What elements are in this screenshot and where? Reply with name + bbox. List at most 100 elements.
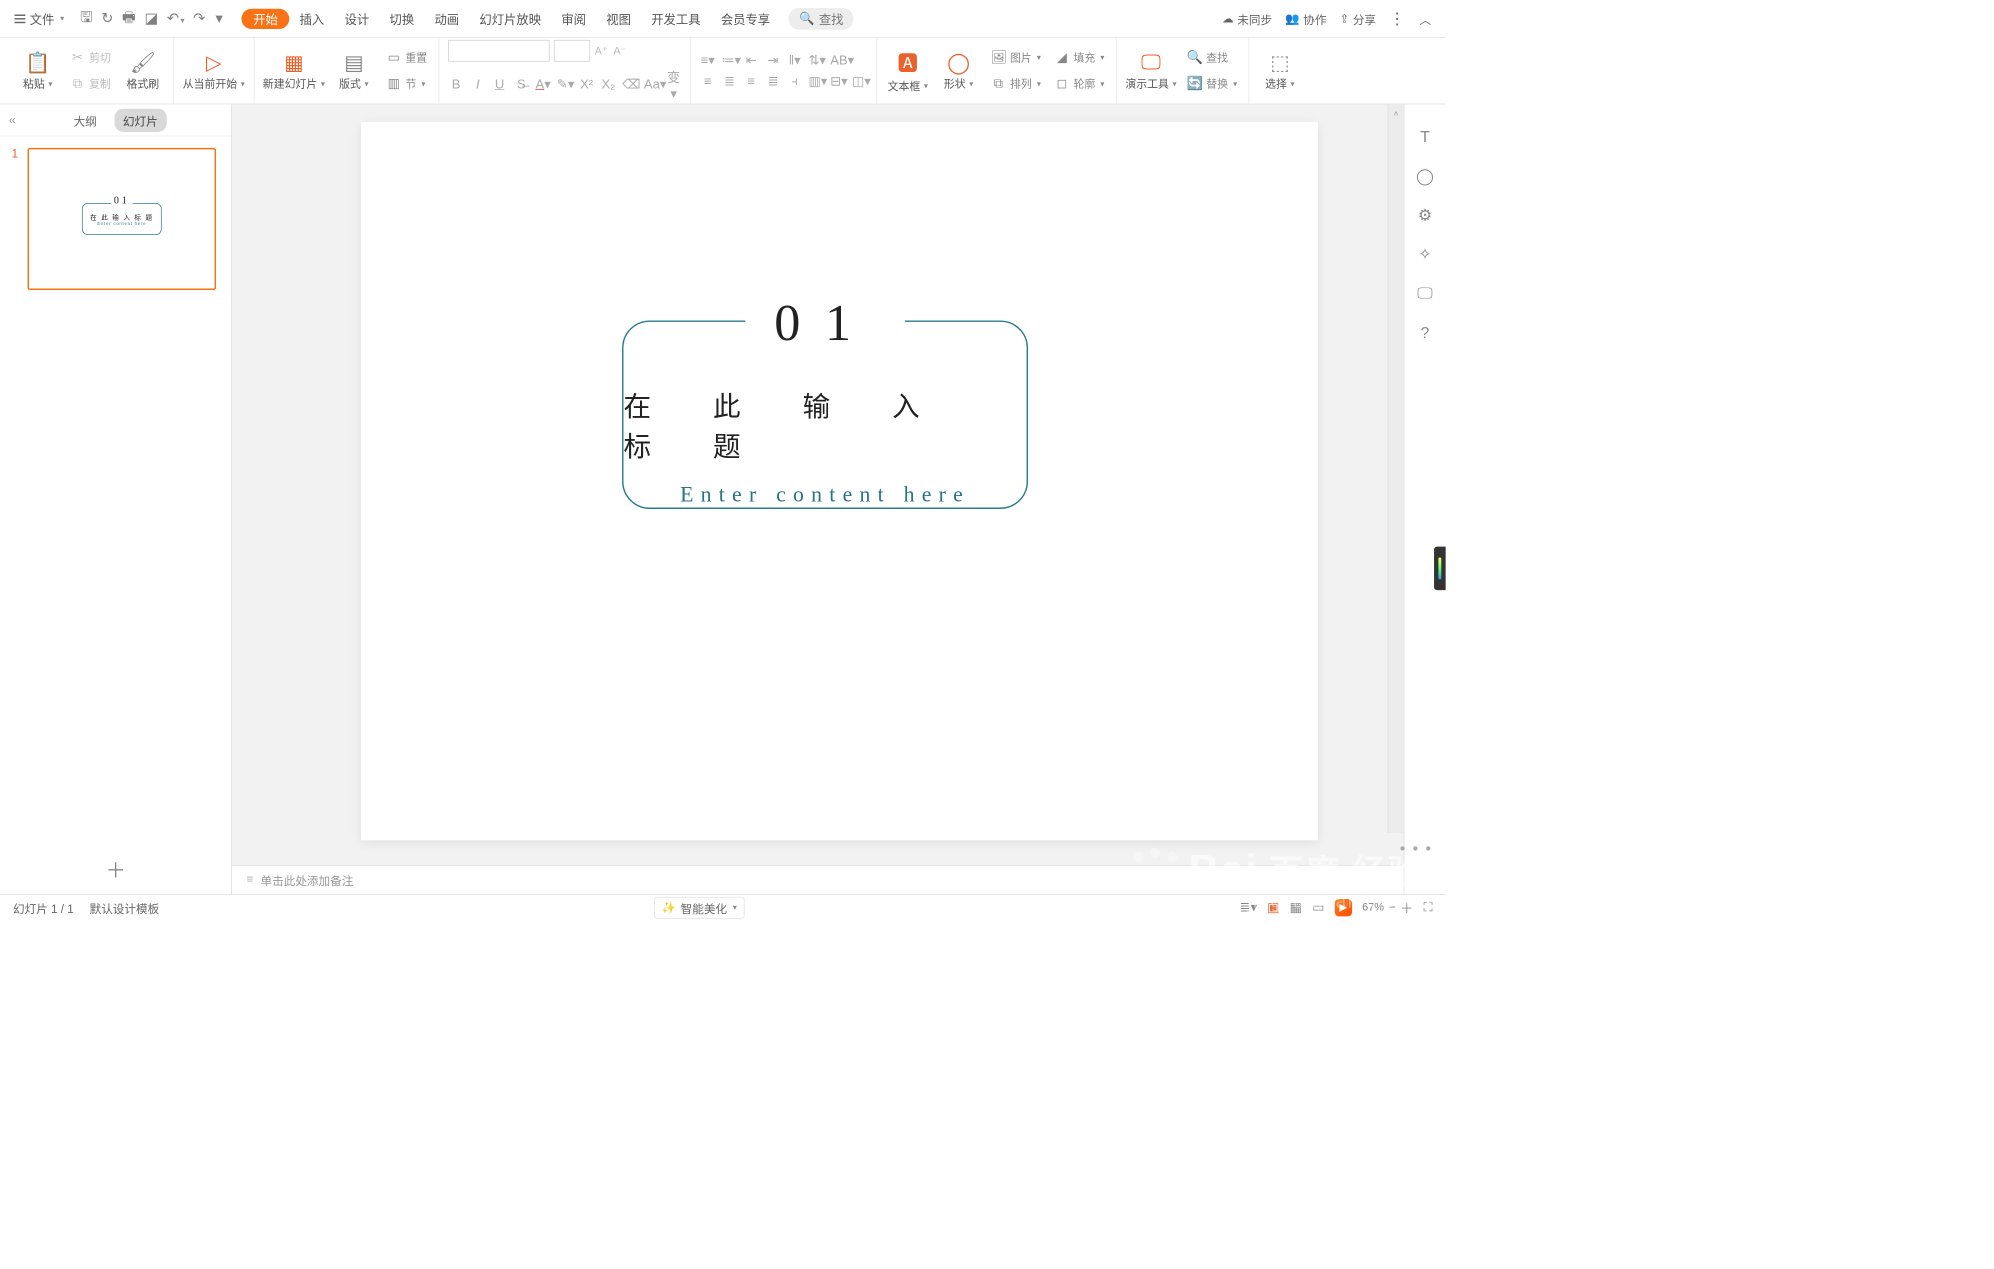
share-button[interactable]: ⇪ 分享 xyxy=(1339,10,1376,27)
collapse-ribbon-icon[interactable]: ︿ xyxy=(1420,10,1432,27)
replace-button[interactable]: 🔄替换▾ xyxy=(1184,73,1240,95)
distribute-icon[interactable]: ⫞ xyxy=(787,74,803,89)
paste-button[interactable]: 📋 粘贴▾ xyxy=(16,50,60,91)
convert-smartart-icon[interactable]: ◫▾ xyxy=(852,74,868,89)
slideshow-button[interactable]: ▶ xyxy=(1335,899,1352,916)
title-english[interactable]: Enter content here xyxy=(680,483,970,508)
tab-member[interactable]: 会员专享 xyxy=(711,0,781,37)
tab-review[interactable]: 审阅 xyxy=(551,0,596,37)
vertical-align-icon[interactable]: ⊟▾ xyxy=(830,74,846,89)
copy-button[interactable]: ⧉复制 xyxy=(67,73,114,95)
tab-transition[interactable]: 切换 xyxy=(379,0,424,37)
panel-tab-outline[interactable]: 大纲 xyxy=(65,108,106,131)
new-slide-button[interactable]: ▦ 新建幻灯片▾ xyxy=(263,50,325,91)
indent-dec-icon[interactable]: ⇤ xyxy=(743,53,759,68)
line-spacing-icon[interactable]: ‖▾ xyxy=(787,53,803,68)
collab-button[interactable]: 👥 协作 xyxy=(1285,10,1326,27)
qat-customize-icon[interactable]: ▾ xyxy=(215,9,222,27)
image-button[interactable]: 🖼图片▾ xyxy=(988,47,1044,69)
search-input[interactable]: 🔍 查找 xyxy=(789,8,854,30)
monitor-icon[interactable]: 🖵 xyxy=(1417,284,1432,303)
tab-insert[interactable]: 插入 xyxy=(289,0,334,37)
more-menu-icon[interactable]: ⋮ xyxy=(1389,9,1406,28)
align-text-icon[interactable]: AB▾ xyxy=(830,53,846,68)
undo-icon[interactable]: ↶▾ xyxy=(167,9,185,27)
notes-view-icon[interactable]: ≣▾ xyxy=(1240,900,1257,915)
layout-button[interactable]: ▤ 版式▾ xyxy=(332,50,376,91)
decrease-font-icon[interactable]: A⁻ xyxy=(610,40,629,62)
title-box-shape[interactable]: 01 在 此 输 入 标 题 Enter content here xyxy=(622,320,1028,509)
textbox-button[interactable]: 🅰 文本框▾ xyxy=(886,48,930,94)
reset-button[interactable]: ▭重置 xyxy=(383,47,430,69)
settings-slider-icon[interactable]: ⚙ xyxy=(1418,206,1432,225)
select-button[interactable]: ⬚ 选择▾ xyxy=(1258,50,1302,91)
save-icon[interactable]: 🖫 xyxy=(80,6,92,31)
notes-pane[interactable]: ≡ 单击此处添加备注 xyxy=(232,865,1404,894)
underline-icon[interactable]: U xyxy=(492,77,508,92)
normal-view-icon[interactable]: ▣ xyxy=(1267,900,1279,915)
text-tool-icon[interactable]: T xyxy=(1420,128,1430,147)
magic-icon[interactable]: ✧ xyxy=(1418,245,1431,264)
outline-button[interactable]: ◻轮廓▾ xyxy=(1051,73,1107,95)
zoom-in-icon[interactable]: ＋ xyxy=(1400,898,1413,917)
sync-status[interactable]: ☁ 未同步 xyxy=(1222,10,1272,27)
redo-icon[interactable]: ↷ xyxy=(193,9,205,27)
slide-number-text[interactable]: 01 xyxy=(745,293,905,353)
find-button[interactable]: 🔍查找 xyxy=(1184,47,1240,69)
tab-design[interactable]: 设计 xyxy=(334,0,379,37)
side-panel-handle[interactable] xyxy=(1434,547,1446,591)
print-preview-icon[interactable]: ◪ xyxy=(144,9,158,27)
highlight-icon[interactable]: ✎▾ xyxy=(557,77,573,92)
slide-canvas[interactable]: 01 在 此 输 入 标 题 Enter content here xyxy=(361,122,1318,840)
add-slide-button[interactable]: ＋ xyxy=(105,855,125,884)
font-color-icon[interactable]: A▾ xyxy=(535,77,551,92)
save-as-icon[interactable]: ↻ xyxy=(101,9,113,27)
arrange-button[interactable]: ⧉排列▾ xyxy=(988,73,1044,95)
font-name-input[interactable] xyxy=(448,40,550,62)
cut-button[interactable]: ✂剪切 xyxy=(67,47,114,69)
subscript-icon[interactable]: X₂ xyxy=(600,77,616,92)
print-icon[interactable]: 🖶 xyxy=(122,6,136,31)
from-current-button[interactable]: ▷ 从当前开始▾ xyxy=(183,50,245,91)
idea-icon[interactable]: ◯ xyxy=(1416,167,1434,186)
bold-icon[interactable]: B xyxy=(448,77,464,92)
superscript-icon[interactable]: X² xyxy=(579,77,595,92)
file-menu[interactable]: 文件 ▾ xyxy=(7,7,71,31)
tab-start[interactable]: 开始 xyxy=(242,8,290,28)
text-direction-icon[interactable]: ⇅▾ xyxy=(808,53,824,68)
change-case-icon[interactable]: Aa▾ xyxy=(644,77,660,92)
help-icon[interactable]: ? xyxy=(1421,323,1430,342)
indent-inc-icon[interactable]: ⇥ xyxy=(765,53,781,68)
tab-animation[interactable]: 动画 xyxy=(424,0,469,37)
canvas-viewport[interactable]: 01 在 此 输 入 标 题 Enter content here ˄ xyxy=(232,104,1404,865)
rail-more-icon[interactable]: • • • xyxy=(1400,839,1433,858)
align-right-icon[interactable]: ≡ xyxy=(743,74,759,89)
present-tools-button[interactable]: 🖵 演示工具▾ xyxy=(1125,50,1176,91)
smart-beautify-button[interactable]: ✨ 智能美化 ▾ xyxy=(654,896,745,918)
fill-button[interactable]: ◢填充▾ xyxy=(1051,47,1107,69)
tab-slideshow[interactable]: 幻灯片放映 xyxy=(469,0,551,37)
collapse-panel-icon[interactable]: « xyxy=(9,113,16,128)
fit-window-icon[interactable]: ⛶ xyxy=(1423,900,1432,915)
vertical-scrollbar[interactable]: ˄ xyxy=(1388,104,1404,833)
scrollbar-up-icon[interactable]: ˄ xyxy=(1391,109,1400,113)
section-button[interactable]: ▥节▾ xyxy=(383,73,430,95)
text-effects-icon[interactable]: 变▾ xyxy=(666,67,682,101)
align-center-icon[interactable]: ≣ xyxy=(721,74,737,89)
panel-tab-slides[interactable]: 幻灯片 xyxy=(114,108,166,131)
format-painter-button[interactable]: 🖌 格式刷 xyxy=(121,50,165,91)
shape-button[interactable]: ◯ 形状▾ xyxy=(937,50,981,91)
align-justify-icon[interactable]: ≣ xyxy=(765,74,781,89)
align-left-icon[interactable]: ≡ xyxy=(700,74,716,89)
tab-view[interactable]: 视图 xyxy=(596,0,641,37)
reading-view-icon[interactable]: ▭ xyxy=(1312,900,1324,915)
numbering-icon[interactable]: ≔▾ xyxy=(721,53,737,68)
clear-format-icon[interactable]: ⌫ xyxy=(622,77,638,92)
title-chinese[interactable]: 在 此 输 入 标 题 xyxy=(624,384,1027,464)
italic-icon[interactable]: I xyxy=(470,77,486,92)
tab-devtools[interactable]: 开发工具 xyxy=(641,0,711,37)
increase-font-icon[interactable]: A⁺ xyxy=(590,40,610,62)
slide-thumbnail-1[interactable]: 1 01 在 此 输 入 标 题 Enter content here xyxy=(12,148,220,290)
sorter-view-icon[interactable]: ▦ xyxy=(1290,900,1302,915)
strike-icon[interactable]: S̶ xyxy=(513,77,529,92)
